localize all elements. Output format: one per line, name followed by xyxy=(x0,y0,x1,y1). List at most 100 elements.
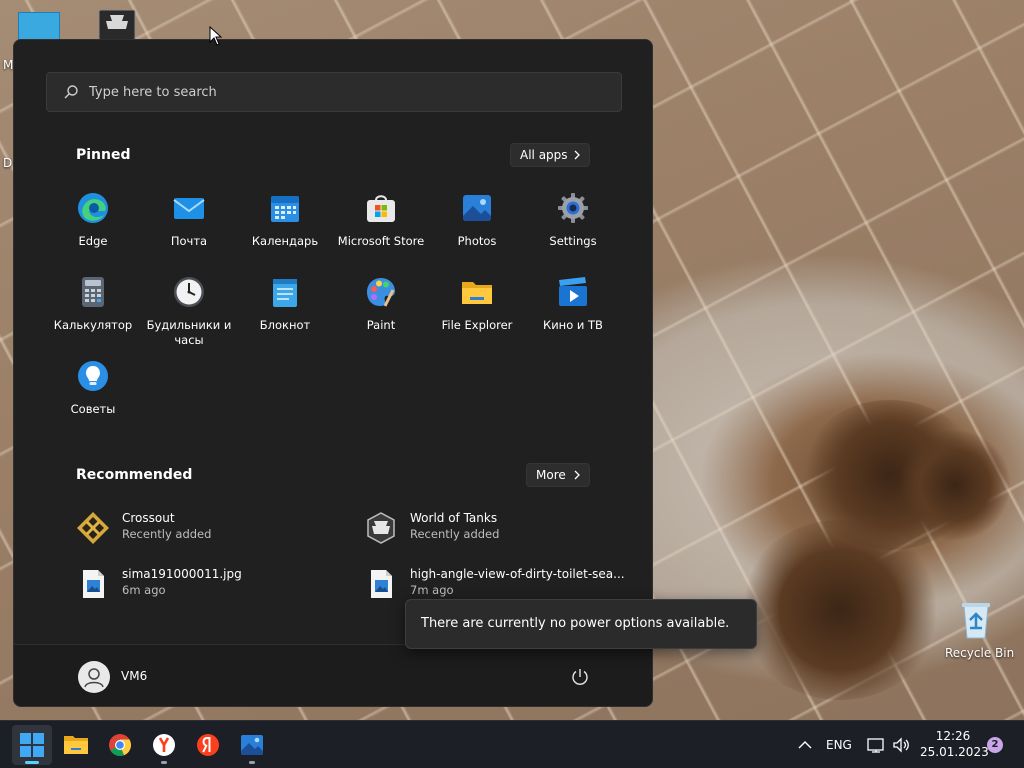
power-icon xyxy=(572,669,588,685)
taskbar-photos[interactable] xyxy=(232,725,272,765)
pinned-app-photos[interactable]: Photos xyxy=(429,184,525,264)
recommended-item-world-of-tanks[interactable]: World of Tanks Recently added xyxy=(364,505,634,549)
pinned-app-file-explorer[interactable]: File Explorer xyxy=(429,268,525,348)
folder-icon xyxy=(462,282,492,304)
power-options-tooltip: There are currently no power options ava… xyxy=(405,599,757,649)
crossout-icon xyxy=(77,512,109,544)
app-label: File Explorer xyxy=(441,318,513,332)
wallpaper-stain xyxy=(740,520,940,700)
desktop-icon-label: M xyxy=(3,58,14,72)
store-icon xyxy=(367,195,395,222)
app-label: Советы xyxy=(70,402,116,416)
calendar-icon xyxy=(271,196,299,222)
recommended-item-subtitle: Recently added xyxy=(122,527,212,541)
calculator-icon xyxy=(82,277,104,307)
taskbar-file-explorer[interactable] xyxy=(56,725,96,765)
chevron-right-icon xyxy=(574,150,580,160)
pinned-app-alarms[interactable]: Будильники и часы xyxy=(141,268,237,348)
all-apps-label: All apps xyxy=(520,148,568,162)
all-apps-button[interactable]: All apps xyxy=(510,143,590,167)
tooltip-text: There are currently no power options ava… xyxy=(421,616,730,631)
taskbar-chrome[interactable] xyxy=(100,725,140,765)
taskbar-yandex-browser[interactable] xyxy=(144,725,184,765)
more-label: More xyxy=(536,468,566,482)
chevron-right-icon xyxy=(574,470,580,480)
pinned-app-tips[interactable]: Советы xyxy=(45,352,141,432)
file-explorer-icon xyxy=(64,736,88,754)
recommended-item-file-1[interactable]: sima191000011.jpg 6m ago xyxy=(76,561,346,605)
mail-icon xyxy=(173,198,205,219)
image-file-icon xyxy=(83,570,104,598)
start-menu-footer: VM6 xyxy=(14,644,652,706)
yandex-icon xyxy=(197,734,219,756)
taskbar-yandex[interactable] xyxy=(188,725,228,765)
desktop-icon-top-left[interactable] xyxy=(17,11,61,43)
pinned-app-calendar[interactable]: Календарь xyxy=(237,184,333,264)
edge-icon xyxy=(78,193,108,223)
lightbulb-icon xyxy=(78,361,108,391)
search-box[interactable] xyxy=(46,72,622,112)
pinned-app-calculator[interactable]: Калькулятор xyxy=(45,268,141,348)
app-label: Календарь xyxy=(251,234,319,248)
user-account-button[interactable]: VM6 xyxy=(74,659,184,695)
running-indicator xyxy=(249,761,255,764)
recommended-item-name: sima191000011.jpg xyxy=(122,567,242,581)
volume-icon xyxy=(893,737,909,753)
active-indicator xyxy=(25,761,39,764)
app-label: Почта xyxy=(170,234,208,248)
desktop-icon-label: D xyxy=(3,156,13,170)
chrome-icon xyxy=(109,734,132,757)
app-label: Кино и ТВ xyxy=(543,318,603,332)
pinned-app-paint[interactable]: Paint xyxy=(333,268,429,348)
language-indicator[interactable]: ENG xyxy=(826,733,854,757)
app-label: Photos xyxy=(457,234,497,248)
search-input[interactable] xyxy=(89,73,609,111)
running-indicator xyxy=(161,761,167,764)
recycle-bin-icon xyxy=(962,603,990,639)
clock-icon xyxy=(174,277,204,307)
palette-icon xyxy=(367,278,395,307)
world-of-tanks-icon xyxy=(367,512,395,544)
recycle-bin-label: Recycle Bin xyxy=(945,646,1015,660)
pinned-app-notepad[interactable]: Блокнот xyxy=(237,268,333,348)
recommended-item-subtitle: 7m ago xyxy=(410,583,454,597)
notification-badge[interactable]: 2 xyxy=(987,737,1003,753)
clock-date: 25.01.2023 xyxy=(920,745,989,759)
pinned-title: Pinned xyxy=(76,147,131,163)
app-label: Будильники и часы xyxy=(146,318,232,347)
network-status[interactable] xyxy=(866,733,886,757)
pinned-app-store[interactable]: Microsoft Store xyxy=(333,184,429,264)
recommended-item-crossout[interactable]: Crossout Recently added xyxy=(76,505,346,549)
pinned-app-mail[interactable]: Почта xyxy=(141,184,237,264)
avatar xyxy=(78,661,110,693)
clock-time: 12:26 xyxy=(935,729,971,743)
pinned-app-movies[interactable]: Кино и ТВ xyxy=(525,268,621,348)
pinned-app-edge[interactable]: Edge xyxy=(45,184,141,264)
wallpaper-stain xyxy=(900,430,1010,540)
volume-control[interactable] xyxy=(891,733,911,757)
app-label: Paint xyxy=(366,318,396,332)
more-button[interactable]: More xyxy=(526,463,590,487)
app-label: Блокнот xyxy=(259,318,311,332)
notepad-icon xyxy=(273,279,297,307)
start-button[interactable] xyxy=(12,725,52,765)
desktop-icon-game[interactable] xyxy=(98,9,136,41)
recommended-title: Recommended xyxy=(76,467,193,483)
pinned-app-settings[interactable]: Settings xyxy=(525,184,621,264)
recommended-item-subtitle: Recently added xyxy=(410,527,500,541)
chevron-up-icon xyxy=(798,741,812,749)
photos-icon xyxy=(463,195,491,221)
app-label: Microsoft Store xyxy=(337,234,425,248)
show-hidden-icons-button[interactable] xyxy=(795,733,815,757)
taskbar: ENG 12:26 25.01.2023 2 xyxy=(0,720,1024,768)
yandex-browser-icon xyxy=(153,734,175,756)
taskbar-clock[interactable]: 12:26 25.01.2023 xyxy=(920,728,989,760)
power-button[interactable] xyxy=(566,663,594,691)
photos-icon xyxy=(241,735,263,755)
image-file-icon xyxy=(371,570,392,598)
gear-icon xyxy=(558,193,588,223)
network-icon xyxy=(867,738,884,753)
recommended-item-name: Crossout xyxy=(122,511,175,525)
user-icon xyxy=(84,668,104,688)
recycle-bin[interactable]: Recycle Bin xyxy=(944,596,1014,662)
